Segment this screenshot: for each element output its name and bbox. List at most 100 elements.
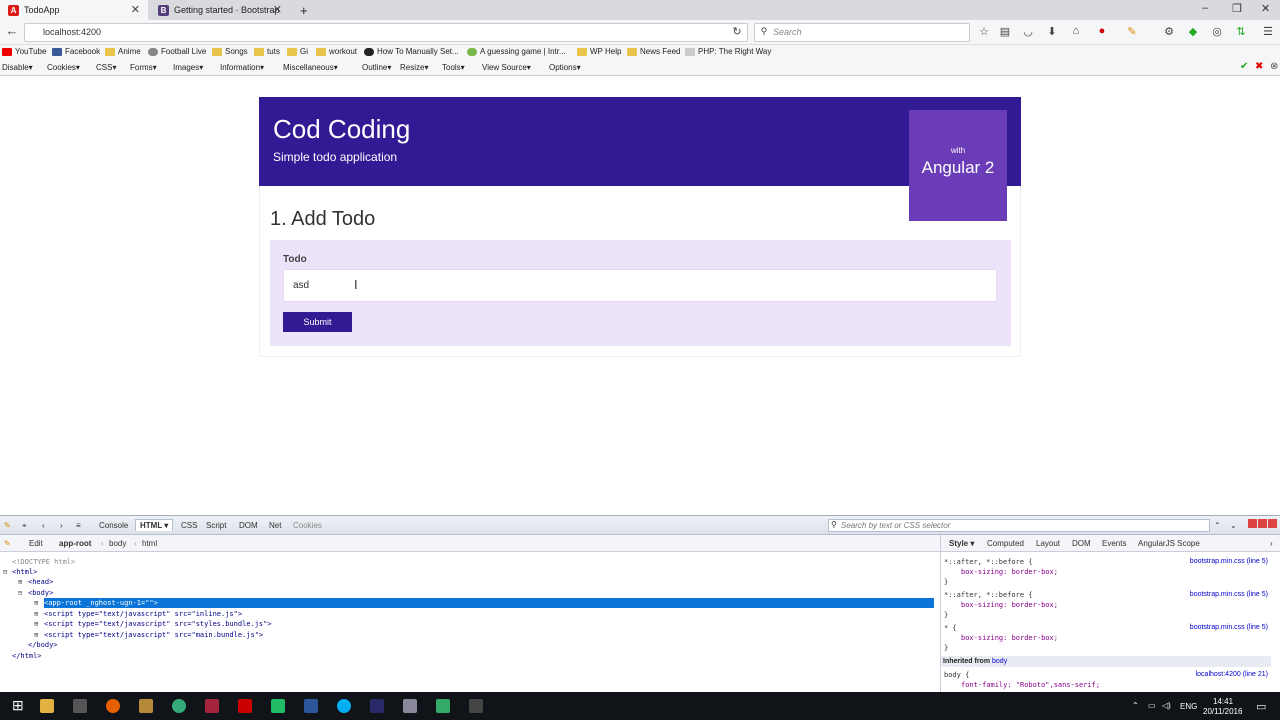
firebug-icon[interactable]: ✎ bbox=[4, 521, 11, 530]
firebug-tab-script[interactable]: Script bbox=[206, 521, 226, 530]
tree-node[interactable]: <body> bbox=[28, 588, 53, 598]
list-icon[interactable]: ≡ bbox=[76, 521, 81, 530]
dev-forms-menu[interactable]: Forms▾ bbox=[130, 63, 157, 72]
minimize-icon[interactable]: – bbox=[1202, 2, 1208, 14]
todo-input[interactable] bbox=[283, 269, 997, 302]
firebug-icon[interactable]: ✎ bbox=[1125, 25, 1139, 38]
app-icon[interactable] bbox=[139, 699, 153, 713]
file-explorer-icon[interactable] bbox=[40, 699, 54, 713]
app-icon[interactable] bbox=[469, 699, 483, 713]
firebug-search-input[interactable]: Search by text or CSS selector bbox=[828, 519, 1210, 532]
side-tab-layout[interactable]: Layout bbox=[1036, 539, 1060, 548]
dev-viewsource-menu[interactable]: View Source▾ bbox=[482, 63, 531, 72]
browser-search-input[interactable]: Search bbox=[754, 23, 970, 42]
tree-node[interactable]: <script type="text/javascript" src="main… bbox=[44, 630, 263, 640]
detach-icon[interactable] bbox=[1248, 519, 1257, 528]
firebug-tab-dom[interactable]: DOM bbox=[239, 521, 258, 530]
dev-tools-menu[interactable]: Tools▾ bbox=[442, 63, 465, 72]
expand-icon[interactable]: ⊞ bbox=[18, 577, 22, 587]
pocket-icon[interactable]: ◡ bbox=[1021, 25, 1035, 38]
dev-misc-menu[interactable]: Miscellaneous▾ bbox=[283, 63, 338, 72]
css-property[interactable]: box-sizing: border-box; bbox=[961, 568, 1058, 576]
window-close-icon[interactable]: ✕ bbox=[1261, 2, 1270, 15]
bookmark-newsfeed[interactable]: News Feed bbox=[627, 47, 680, 56]
side-tab-computed[interactable]: Computed bbox=[987, 539, 1024, 548]
css-property[interactable]: box-sizing: border-box; bbox=[961, 601, 1058, 609]
menu-icon[interactable]: ☰ bbox=[1261, 25, 1275, 38]
adblock-icon[interactable]: ● bbox=[1095, 25, 1109, 37]
side-tab-style[interactable]: Style ▾ bbox=[949, 539, 974, 548]
app-icon[interactable] bbox=[370, 699, 384, 713]
word-icon[interactable] bbox=[304, 699, 318, 713]
close-icon[interactable]: ⊗ bbox=[1270, 61, 1278, 72]
expand-icon[interactable]: ⊞ bbox=[34, 609, 38, 619]
side-tab-events[interactable]: Events bbox=[1102, 539, 1126, 548]
dev-options-menu[interactable]: Options▾ bbox=[549, 63, 581, 72]
tree-node[interactable]: <!DOCTYPE html> bbox=[12, 557, 75, 567]
css-property[interactable]: box-sizing: border-box; bbox=[961, 634, 1058, 642]
tree-node[interactable]: <html> bbox=[12, 567, 37, 577]
back-icon[interactable]: ← bbox=[5, 23, 19, 38]
inspect-icon[interactable]: ⌖ bbox=[22, 521, 27, 531]
language-indicator[interactable]: ENG bbox=[1180, 702, 1197, 711]
bookmark-anime[interactable]: Anime bbox=[105, 47, 141, 56]
css-property[interactable]: font-family: "Roboto",sans-serif; bbox=[961, 681, 1100, 689]
crumb-app-root[interactable]: app-root bbox=[59, 539, 91, 548]
bookmark-facebook[interactable]: Facebook bbox=[52, 47, 100, 56]
bookmark-wphelp[interactable]: WP Help bbox=[577, 47, 621, 56]
tree-node[interactable]: <script type="text/javascript" src="inli… bbox=[44, 609, 242, 619]
css-source-link[interactable]: bootstrap.min.css (line 5) bbox=[1190, 558, 1268, 565]
crumb-body[interactable]: body bbox=[109, 539, 126, 548]
bookmark-youtube[interactable]: YouTube bbox=[2, 47, 46, 56]
firebug-tab-console[interactable]: Console bbox=[99, 521, 128, 530]
bookmark-howto[interactable]: How To Manually Set... bbox=[364, 47, 459, 56]
reload-icon[interactable]: ↻ bbox=[730, 25, 744, 38]
back-icon[interactable]: ‹ bbox=[42, 521, 45, 530]
store-icon[interactable] bbox=[73, 699, 87, 713]
clock-time[interactable]: 14:41 bbox=[1213, 697, 1233, 706]
tree-node[interactable]: </body> bbox=[28, 640, 58, 650]
extension-icon[interactable]: ◎ bbox=[1210, 25, 1224, 38]
app-icon[interactable] bbox=[172, 699, 186, 713]
css-source-link[interactable]: bootstrap.min.css (line 5) bbox=[1190, 624, 1268, 631]
network-icon[interactable]: ▭ bbox=[1148, 701, 1156, 710]
tree-node[interactable]: </html> bbox=[12, 651, 42, 661]
tray-chevron-icon[interactable]: ⌃ bbox=[1132, 701, 1139, 710]
app-icon[interactable] bbox=[403, 699, 417, 713]
download-icon[interactable]: ⬇ bbox=[1045, 25, 1059, 38]
bookmark-songs[interactable]: Songs bbox=[212, 47, 248, 56]
close-icon[interactable] bbox=[1268, 519, 1277, 528]
home-icon[interactable]: ⌂ bbox=[1069, 25, 1083, 37]
side-tab-angularjs-scope[interactable]: AngularJS Scope bbox=[1138, 539, 1200, 548]
firebug-tab-cookies[interactable]: Cookies bbox=[293, 521, 322, 530]
volume-icon[interactable]: ◁) bbox=[1162, 701, 1171, 710]
edit-button[interactable]: Edit bbox=[29, 539, 43, 548]
dev-information-menu[interactable]: Information▾ bbox=[220, 63, 264, 72]
crumb-html[interactable]: html bbox=[142, 539, 157, 548]
bookmark-gi[interactable]: Gi bbox=[287, 47, 308, 56]
submit-button[interactable]: Submit bbox=[283, 312, 352, 332]
windows-start-icon[interactable]: ⊞ bbox=[12, 697, 24, 714]
new-tab-button[interactable]: + bbox=[292, 0, 312, 20]
bookmark-php[interactable]: PHP: The Right Way bbox=[685, 47, 771, 56]
dev-disable-menu[interactable]: Disable▾ bbox=[2, 63, 33, 72]
clock-date[interactable]: 20/11/2016 bbox=[1203, 707, 1242, 716]
close-icon[interactable]: ✕ bbox=[273, 3, 282, 16]
dev-cookies-menu[interactable]: Cookies▾ bbox=[47, 63, 80, 72]
extension-icon[interactable]: ⇅ bbox=[1234, 25, 1248, 38]
tree-node-selected[interactable]: <app-root _nghost-ugn-1=""> bbox=[44, 598, 934, 608]
app-icon[interactable] bbox=[436, 699, 450, 713]
skype-icon[interactable] bbox=[337, 699, 351, 713]
reading-list-icon[interactable]: ▤ bbox=[998, 25, 1012, 38]
dev-images-menu[interactable]: Images▾ bbox=[173, 63, 203, 72]
firefox-icon[interactable] bbox=[106, 699, 120, 713]
tab-bootstrap[interactable]: B Getting started · Bootstrap ✕ bbox=[150, 0, 290, 20]
app-icon[interactable] bbox=[205, 699, 219, 713]
notifications-icon[interactable]: ▭ bbox=[1256, 700, 1266, 713]
firebug-tab-net[interactable]: Net bbox=[269, 521, 281, 530]
expand-icon[interactable]: ⊞ bbox=[34, 630, 38, 640]
firebug-tab-css[interactable]: CSS bbox=[181, 521, 197, 530]
chevron-right-icon[interactable]: › bbox=[1270, 539, 1273, 548]
expand-icon[interactable]: ⊞ bbox=[34, 619, 38, 629]
extension-icon[interactable]: ⚙ bbox=[1162, 25, 1176, 38]
